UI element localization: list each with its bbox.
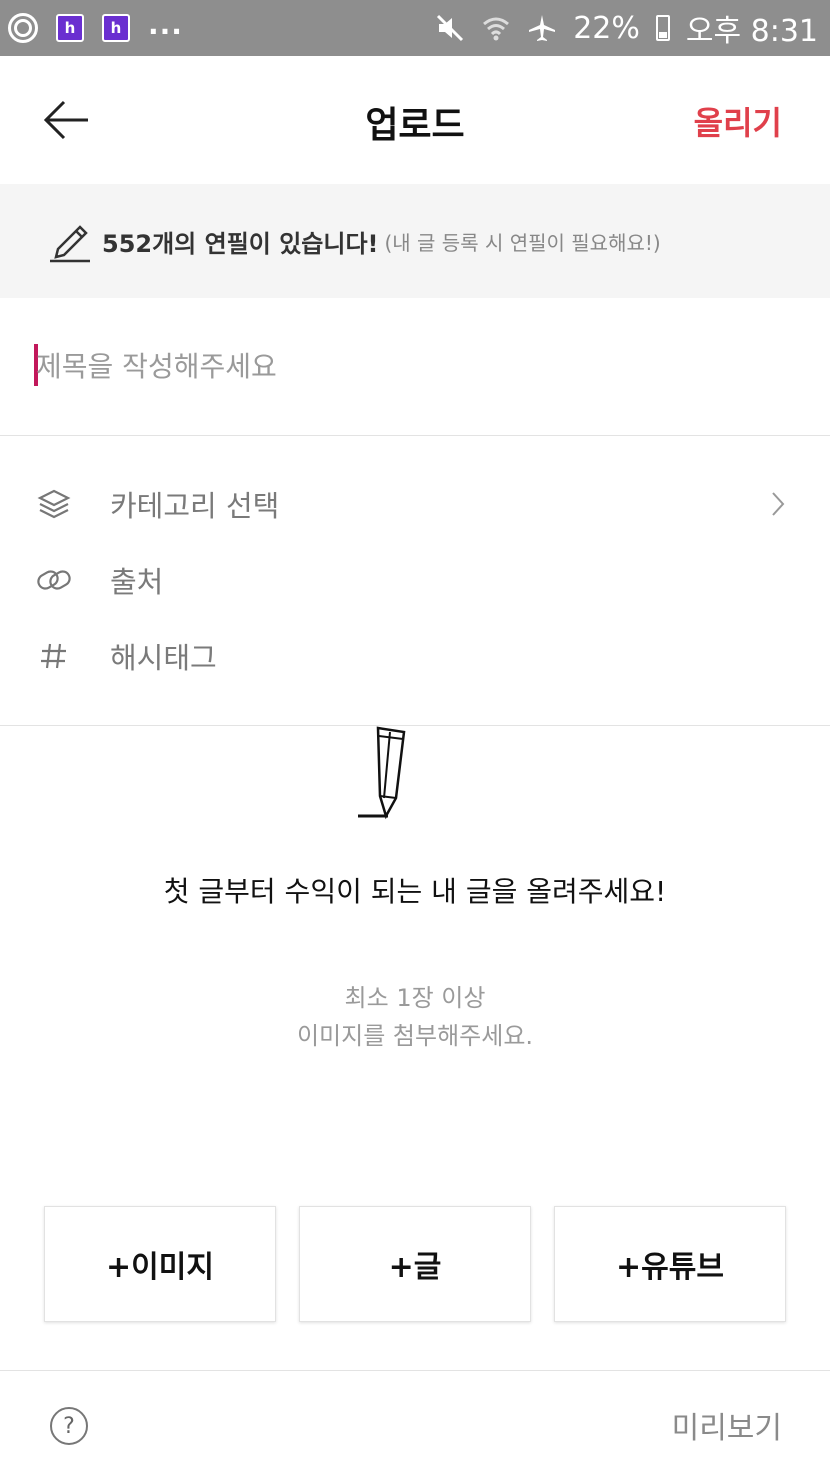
app-icon: h <box>56 14 84 42</box>
airplane-icon <box>527 13 557 43</box>
app-icon: h <box>102 14 130 42</box>
chevron-right-icon <box>766 484 790 524</box>
more-notifications: ... <box>148 7 183 41</box>
mute-icon <box>435 13 465 43</box>
pencil-balance-banner: 552개의 연필이 있습니다! (내 글 등록 시 연필이 필요해요!) <box>0 184 830 298</box>
help-button[interactable]: ? <box>50 1407 88 1445</box>
status-bar: h h ... 22% 오후 8:31 <box>0 0 830 56</box>
hashtag-row[interactable]: 해시태그 <box>0 621 830 691</box>
category-select-row[interactable]: 카테고리 선택 <box>0 469 830 539</box>
upload-button[interactable]: 올리기 <box>694 98 782 144</box>
empty-state-hint-line2: 이미지를 첨부해주세요. <box>296 1022 534 1050</box>
source-row[interactable]: 출처 <box>0 545 830 615</box>
layers-icon <box>34 484 74 524</box>
source-label: 출처 <box>110 565 164 599</box>
settings-icon <box>8 13 38 43</box>
add-image-button[interactable]: +이미지 <box>44 1206 276 1322</box>
app-header: 업로드 올리기 <box>0 56 830 184</box>
pencil-icon <box>48 219 92 263</box>
empty-state-title: 첫 글부터 수익이 되는 내 글을 올려주세요! <box>163 875 667 908</box>
preview-button[interactable]: 미리보기 <box>672 1403 782 1447</box>
empty-pencil-icon <box>352 726 422 820</box>
battery-percent: 22% <box>573 10 640 46</box>
add-text-button[interactable]: +글 <box>299 1206 531 1322</box>
wifi-icon <box>481 13 511 43</box>
category-label: 카테고리 선택 <box>110 489 280 523</box>
hashtag-label: 해시태그 <box>110 641 217 675</box>
status-right: 22% 오후 8:31 <box>435 10 818 49</box>
post-options-list: 카테고리 선택 출처 해시태그 <box>0 436 830 726</box>
title-input[interactable] <box>36 338 796 394</box>
pencil-note-text: (내 글 등록 시 연필이 필요해요!) <box>384 230 661 255</box>
add-youtube-button[interactable]: +유튜브 <box>554 1206 786 1322</box>
title-field-container <box>0 298 830 436</box>
pencil-count-text: 552개의 연필이 있습니다! <box>102 229 379 258</box>
empty-state-hint-line1: 최소 1장 이상 <box>344 984 486 1012</box>
clock: 오후 8:31 <box>685 14 818 49</box>
link-icon <box>34 560 74 600</box>
battery-icon <box>655 15 670 41</box>
bottom-bar: ? 미리보기 <box>0 1370 830 1476</box>
hash-icon <box>34 636 74 676</box>
status-left: h h ... <box>8 8 183 44</box>
